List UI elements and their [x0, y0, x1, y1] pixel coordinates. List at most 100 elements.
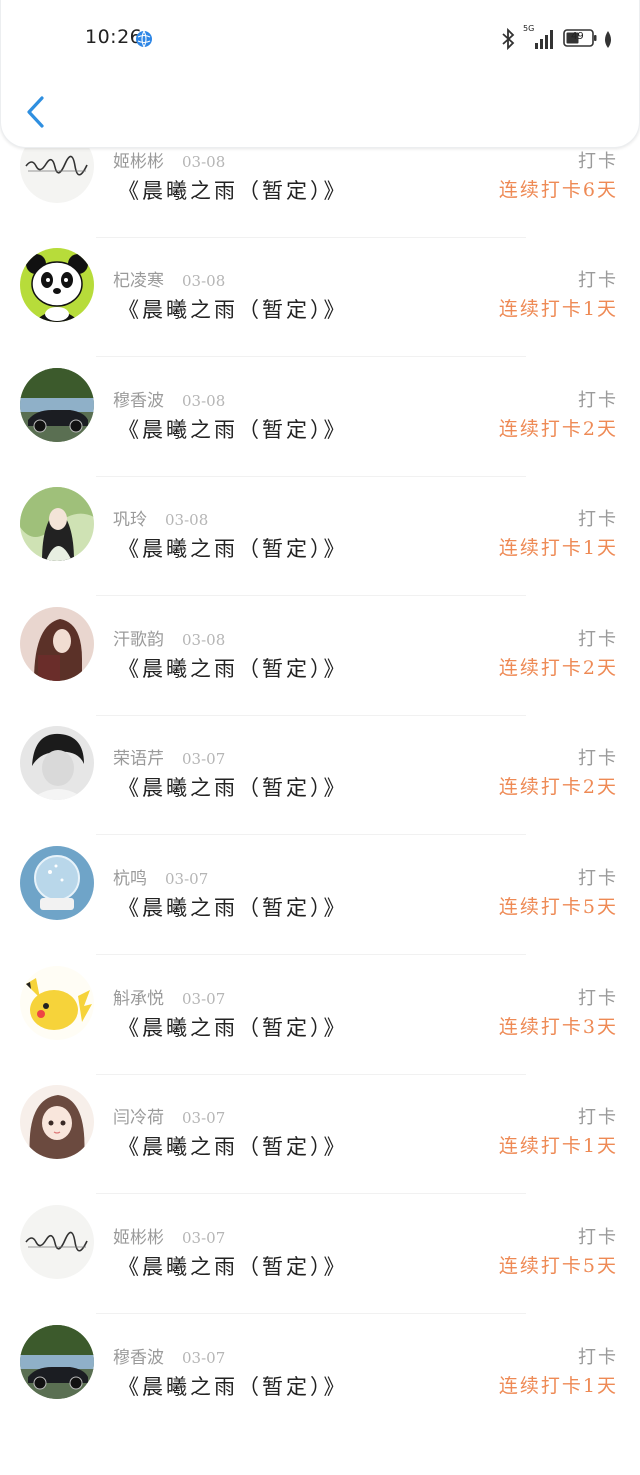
- avatar[interactable]: [20, 966, 94, 1040]
- checkin-date: 03-07: [165, 870, 209, 888]
- user-meta: 闫冷荷 03-07: [113, 1103, 225, 1128]
- avatar[interactable]: [20, 1325, 94, 1399]
- avatar[interactable]: [20, 1085, 94, 1159]
- list-item[interactable]: 汗歌韵 03-08 《晨曦之雨（暂定）》 打卡 连续打卡2天: [0, 607, 640, 757]
- streak-label: 连续打卡2天: [498, 776, 618, 798]
- divider: [96, 356, 526, 357]
- checkin-date: 03-07: [182, 1229, 226, 1247]
- streak-label: 连续打卡1天: [498, 1375, 618, 1397]
- book-title[interactable]: 《晨曦之雨（暂定）》: [118, 414, 348, 444]
- divider: [96, 1074, 526, 1075]
- user-name: 闫冷荷: [113, 1108, 164, 1128]
- book-title[interactable]: 《晨曦之雨（暂定）》: [118, 175, 348, 205]
- list-item[interactable]: 荣语芹 03-07 《晨曦之雨（暂定）》 打卡 连续打卡2天: [0, 726, 640, 876]
- user-meta: 杭鸣 03-07: [113, 864, 208, 889]
- book-title[interactable]: 《晨曦之雨（暂定）》: [118, 772, 348, 802]
- user-name: 穆香波: [113, 391, 164, 411]
- checkin-date: 03-07: [182, 1109, 226, 1127]
- book-title[interactable]: 《晨曦之雨（暂定）》: [118, 1251, 348, 1281]
- user-meta: 巩玲 03-08: [113, 505, 208, 530]
- avatar[interactable]: [20, 726, 94, 800]
- battery-icon: 49: [563, 29, 597, 47]
- book-title[interactable]: 《晨曦之雨（暂定）》: [118, 1131, 348, 1161]
- checkin-label: 打卡: [578, 1107, 618, 1128]
- book-title[interactable]: 《晨曦之雨（暂定）》: [118, 892, 348, 922]
- streak-label: 连续打卡1天: [498, 298, 618, 320]
- checkin-date: 03-08: [165, 511, 209, 529]
- avatar[interactable]: [20, 368, 94, 442]
- book-title[interactable]: 《晨曦之雨（暂定）》: [118, 294, 348, 324]
- checkin-label: 打卡: [578, 1347, 618, 1368]
- user-name: 汗歌韵: [113, 630, 164, 650]
- divider: [96, 715, 526, 716]
- list-item[interactable]: 姬彬彬 03-08 《晨曦之雨（暂定）》 打卡 连续打卡6天: [0, 129, 640, 279]
- checkin-label: 打卡: [578, 629, 618, 650]
- user-name: 斛承悦: [113, 989, 164, 1009]
- book-title[interactable]: 《晨曦之雨（暂定）》: [118, 1012, 348, 1042]
- user-meta: 杞凌寒 03-08: [113, 266, 225, 291]
- bluetooth-icon: [502, 27, 515, 51]
- user-meta: 荣语芹 03-07: [113, 744, 225, 769]
- user-name: 穆香波: [113, 1348, 164, 1368]
- status-time: 10:26: [85, 26, 143, 48]
- divider: [96, 595, 526, 596]
- list-item[interactable]: 穆香波 03-07 《晨曦之雨（暂定）》 打卡 连续打卡1天: [0, 1325, 640, 1475]
- globe-icon: [136, 30, 152, 48]
- checkin-label: 打卡: [578, 868, 618, 889]
- checkin-date: 03-07: [182, 990, 226, 1008]
- streak-label: 连续打卡2天: [498, 418, 618, 440]
- checkin-date: 03-08: [182, 392, 226, 410]
- checkin-label: 打卡: [578, 151, 618, 172]
- app-header: 10:26 5G 49: [0, 0, 640, 148]
- book-title[interactable]: 《晨曦之雨（暂定）》: [118, 653, 348, 683]
- list-item[interactable]: 姬彬彬 03-07 《晨曦之雨（暂定）》 打卡 连续打卡5天: [0, 1205, 640, 1355]
- list-item[interactable]: 斛承悦 03-07 《晨曦之雨（暂定）》 打卡 连续打卡3天: [0, 966, 640, 1116]
- user-meta: 姬彬彬 03-08: [113, 147, 225, 172]
- checkin-label: 打卡: [578, 1227, 618, 1248]
- list-item[interactable]: 杭鸣 03-07 《晨曦之雨（暂定）》 打卡 连续打卡5天: [0, 846, 640, 996]
- list-item[interactable]: 巩玲 03-08 《晨曦之雨（暂定）》 打卡 连续打卡1天: [0, 487, 640, 637]
- checkin-label: 打卡: [578, 270, 618, 291]
- user-name: 杭鸣: [113, 869, 147, 889]
- checkin-label: 打卡: [578, 509, 618, 530]
- avatar[interactable]: [20, 1205, 94, 1279]
- checkin-label: 打卡: [578, 390, 618, 411]
- user-meta: 斛承悦 03-07: [113, 984, 225, 1009]
- user-name: 姬彬彬: [113, 1228, 164, 1248]
- user-name: 巩玲: [113, 510, 147, 530]
- user-name: 姬彬彬: [113, 152, 164, 172]
- battery-level: 49: [571, 31, 584, 42]
- divider: [96, 834, 526, 835]
- checkin-label: 打卡: [578, 988, 618, 1009]
- divider: [96, 954, 526, 955]
- streak-label: 连续打卡1天: [498, 1135, 618, 1157]
- avatar[interactable]: [20, 248, 94, 322]
- signal-icon: [535, 30, 553, 49]
- divider: [96, 1313, 526, 1314]
- checkin-date: 03-07: [182, 750, 226, 768]
- streak-label: 连续打卡6天: [498, 179, 618, 201]
- streak-label: 连续打卡5天: [498, 1255, 618, 1277]
- avatar[interactable]: [20, 846, 94, 920]
- checkin-date: 03-07: [182, 1349, 226, 1367]
- user-name: 杞凌寒: [113, 271, 164, 291]
- book-title[interactable]: 《晨曦之雨（暂定）》: [118, 1371, 348, 1401]
- user-meta: 穆香波 03-08: [113, 386, 225, 411]
- streak-label: 连续打卡5天: [498, 896, 618, 918]
- list-item[interactable]: 穆香波 03-08 《晨曦之雨（暂定）》 打卡 连续打卡2天: [0, 368, 640, 518]
- avatar[interactable]: [20, 487, 94, 561]
- divider: [96, 476, 526, 477]
- list-item[interactable]: 杞凌寒 03-08 《晨曦之雨（暂定）》 打卡 连续打卡1天: [0, 248, 640, 398]
- checkin-date: 03-08: [182, 153, 226, 171]
- book-title[interactable]: 《晨曦之雨（暂定）》: [118, 533, 348, 563]
- streak-label: 连续打卡2天: [498, 657, 618, 679]
- user-meta: 汗歌韵 03-08: [113, 625, 225, 650]
- checkin-date: 03-08: [182, 631, 226, 649]
- divider: [96, 237, 526, 238]
- list-item[interactable]: 闫冷荷 03-07 《晨曦之雨（暂定）》 打卡 连续打卡1天: [0, 1085, 640, 1235]
- user-meta: 姬彬彬 03-07: [113, 1223, 225, 1248]
- streak-label: 连续打卡1天: [498, 537, 618, 559]
- checkin-label: 打卡: [578, 748, 618, 769]
- back-button[interactable]: [23, 94, 49, 130]
- avatar[interactable]: [20, 607, 94, 681]
